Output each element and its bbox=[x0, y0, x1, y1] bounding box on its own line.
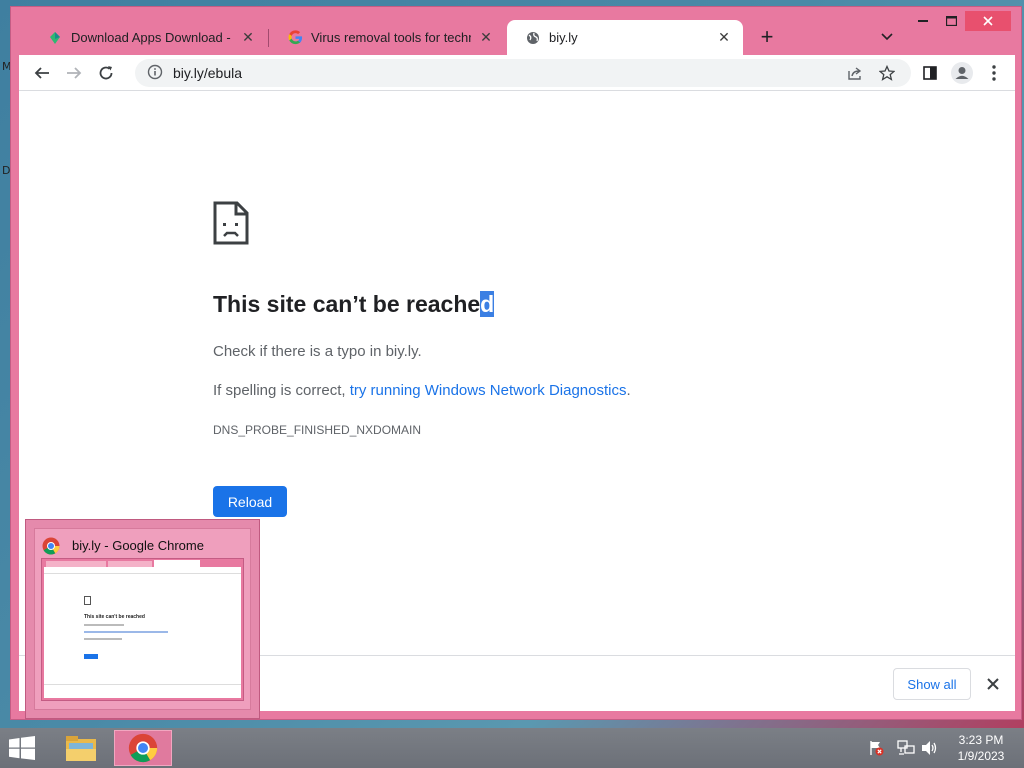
typo-hint: Check if there is a typo in biy.ly. bbox=[213, 343, 422, 360]
show-all-button[interactable]: Show all bbox=[893, 668, 971, 700]
thumbnail-preview: This site can't be reached bbox=[41, 558, 244, 701]
maximize-button[interactable] bbox=[937, 11, 965, 31]
chrome-taskbar-button[interactable] bbox=[114, 730, 172, 766]
windows-start-icon[interactable] bbox=[6, 734, 38, 762]
diagnostics-suffix: . bbox=[626, 382, 631, 399]
chrome-icon bbox=[42, 537, 60, 555]
sad-page-icon bbox=[213, 201, 249, 245]
mini-line bbox=[84, 638, 122, 640]
address-url: biy.ly/ebula bbox=[173, 65, 243, 81]
menu-kebab-icon[interactable] bbox=[981, 60, 1007, 86]
share-icon[interactable] bbox=[843, 61, 867, 85]
mini-divider bbox=[44, 684, 241, 685]
tab-close-icon[interactable]: ✕ bbox=[477, 29, 495, 47]
clock-date: 1/9/2023 bbox=[957, 749, 1005, 763]
chrome-icon bbox=[128, 733, 158, 763]
close-window-button[interactable] bbox=[965, 11, 1011, 31]
side-panel-icon[interactable] bbox=[917, 60, 943, 86]
error-title: This site can’t be reached bbox=[213, 291, 495, 318]
clock-time: 3:23 PM bbox=[958, 733, 1004, 747]
diagnostics-prefix: If spelling is correct, bbox=[213, 382, 350, 399]
tab-title: Download Apps Download - Bes bbox=[71, 30, 233, 45]
mini-toolbar bbox=[44, 567, 241, 574]
bookmark-star-icon[interactable] bbox=[875, 61, 899, 85]
tab-download-apps[interactable]: Download Apps Download - Bes ✕ bbox=[29, 20, 267, 55]
error-title-selected-char: d bbox=[480, 291, 495, 317]
mini-error-title: This site can't be reached bbox=[84, 614, 145, 620]
network-diagnostics-link[interactable]: try running Windows Network Diagnostics bbox=[350, 382, 627, 399]
tab-close-icon[interactable]: ✕ bbox=[239, 29, 257, 47]
mini-sad-page-icon bbox=[84, 596, 91, 605]
reload-toolbar-button[interactable] bbox=[93, 60, 119, 86]
minimize-button[interactable] bbox=[909, 11, 937, 31]
globe-icon bbox=[525, 30, 541, 46]
diagnostics-hint: If spelling is correct, try running Wind… bbox=[213, 382, 631, 399]
close-download-shelf-icon[interactable] bbox=[981, 672, 1005, 696]
network-icon[interactable] bbox=[896, 738, 916, 758]
back-button[interactable] bbox=[29, 60, 55, 86]
mini-line bbox=[84, 624, 124, 626]
tab-strip: Download Apps Download - Bes ✕ Virus rem… bbox=[11, 7, 1021, 55]
tab-title: Virus removal tools for technicia bbox=[311, 30, 471, 45]
error-code: DNS_PROBE_FINISHED_NXDOMAIN bbox=[213, 423, 422, 437]
mini-line bbox=[84, 631, 168, 633]
taskbar: 3:23 PM 1/9/2023 bbox=[0, 728, 1024, 768]
volume-icon[interactable] bbox=[920, 738, 940, 758]
mini-page: This site can't be reached bbox=[44, 574, 241, 698]
forward-button[interactable] bbox=[61, 60, 87, 86]
tab-search-chevron-icon[interactable] bbox=[875, 25, 899, 49]
google-icon bbox=[287, 30, 303, 46]
file-explorer-icon[interactable] bbox=[52, 730, 110, 766]
thumbnail-title: biy.ly - Google Chrome bbox=[72, 538, 204, 553]
taskbar-thumbnail[interactable]: biy.ly - Google Chrome This site can't b… bbox=[25, 519, 260, 719]
green-leaf-icon bbox=[47, 30, 63, 46]
tab-title: biy.ly bbox=[549, 30, 578, 45]
info-icon[interactable] bbox=[147, 64, 163, 83]
error-title-text: This site can’t be reache bbox=[213, 291, 481, 317]
tab-biyly[interactable]: biy.ly ✕ bbox=[507, 20, 743, 55]
reload-button[interactable]: Reload bbox=[213, 486, 287, 517]
action-center-flag-icon[interactable] bbox=[866, 738, 886, 758]
tab-virus-removal[interactable]: Virus removal tools for technicia ✕ bbox=[269, 20, 505, 55]
system-clock[interactable]: 3:23 PM 1/9/2023 bbox=[950, 732, 1012, 764]
tab-close-icon[interactable]: ✕ bbox=[715, 29, 733, 47]
browser-toolbar: biy.ly/ebula bbox=[19, 55, 1015, 91]
mini-reload-button bbox=[84, 654, 98, 659]
new-tab-button[interactable]: + bbox=[755, 24, 779, 49]
profile-avatar-icon[interactable] bbox=[949, 60, 975, 86]
address-bar[interactable]: biy.ly/ebula bbox=[135, 59, 911, 87]
